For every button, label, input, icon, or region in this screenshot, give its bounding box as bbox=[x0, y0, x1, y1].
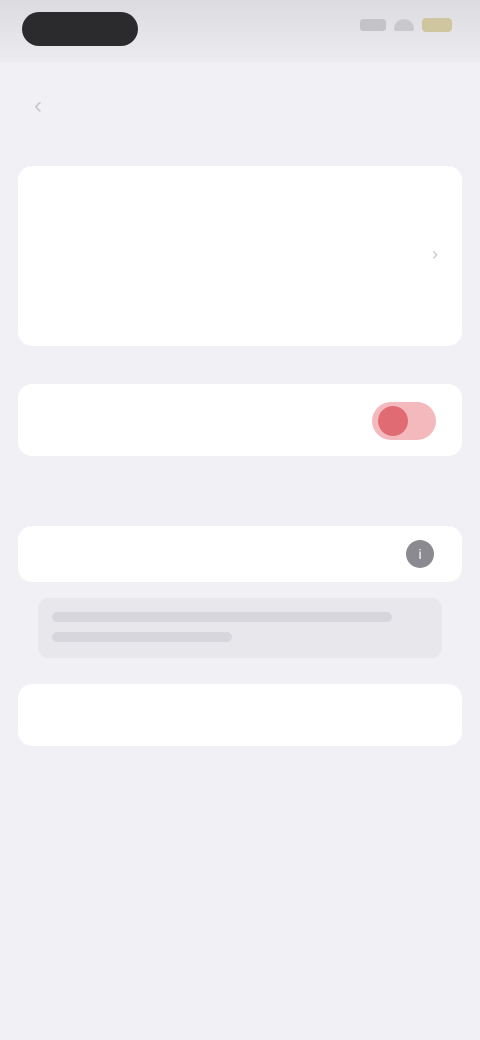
toggle-knob bbox=[378, 406, 408, 436]
select-row[interactable]: i bbox=[18, 526, 462, 582]
status-bar bbox=[0, 0, 480, 62]
toggle-card bbox=[18, 384, 462, 456]
account-row[interactable] bbox=[42, 166, 438, 226]
delete-button[interactable] bbox=[18, 684, 462, 746]
wifi-icon bbox=[394, 19, 414, 31]
account-row[interactable]: › bbox=[42, 226, 438, 286]
battery-icon bbox=[422, 18, 452, 32]
navigation-bar: ‹ bbox=[0, 66, 480, 142]
note-line bbox=[52, 612, 392, 622]
status-icons bbox=[360, 18, 452, 32]
signal-icon bbox=[360, 19, 386, 31]
account-card: › bbox=[18, 166, 462, 346]
chevron-left-icon[interactable]: ‹ bbox=[34, 92, 42, 120]
info-note bbox=[38, 598, 442, 658]
modal-sheet: ‹ › i bbox=[0, 66, 480, 1040]
info-icon[interactable]: i bbox=[406, 540, 434, 568]
note-line bbox=[52, 632, 232, 642]
toggle-switch[interactable] bbox=[372, 402, 436, 440]
dynamic-island bbox=[22, 12, 138, 46]
chevron-right-icon: › bbox=[432, 244, 438, 264]
account-row[interactable] bbox=[42, 286, 438, 346]
